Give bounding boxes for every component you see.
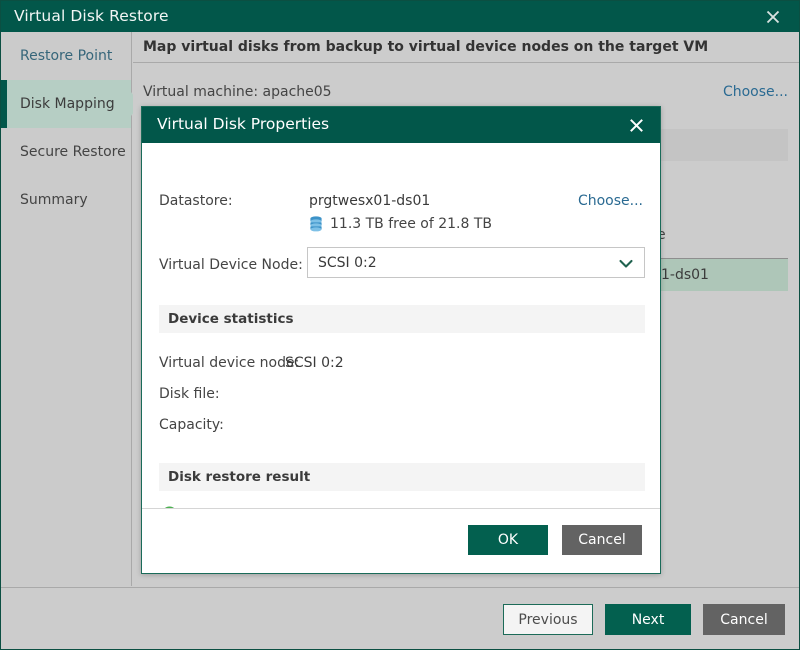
wizard-footer: Previous Next Cancel [1, 587, 799, 649]
page-title: Map virtual disks from backup to virtual… [133, 32, 799, 63]
dialog-title: Virtual Disk Properties [157, 115, 329, 133]
next-button[interactable]: Next [605, 604, 691, 635]
dialog-footer: OK Cancel [142, 508, 660, 573]
virtual-disk-properties-dialog: Virtual Disk Properties Datastore: prgtw… [141, 106, 661, 574]
datastore-capacity-row: 11.3 TB free of 21.8 TB [309, 216, 492, 232]
dialog-cancel-button[interactable]: Cancel [562, 525, 642, 555]
previous-button[interactable]: Previous [503, 604, 593, 635]
datastore-value: prgtwesx01-ds01 [309, 193, 430, 209]
virtual-device-node-value: SCSI 0:2 [318, 255, 377, 271]
chevron-down-icon [619, 257, 633, 273]
dialog-body: Datastore: prgtwesx01-ds01 Choose... 11.… [142, 143, 660, 508]
wizard-sidebar: Restore Point Disk Mapping Secure Restor… [1, 32, 132, 586]
virtual-disk-restore-window: Virtual Disk Restore Restore Point Disk … [0, 0, 800, 650]
device-statistics-header: Device statistics [159, 305, 645, 333]
sidebar-item-restore-point[interactable]: Restore Point [1, 32, 131, 80]
stat-virtual-device-node-label: Virtual device node: [159, 355, 299, 371]
datastore-label: Datastore: [159, 193, 233, 209]
sidebar-item-label: Restore Point [20, 48, 112, 64]
choose-datastore-link[interactable]: Choose... [578, 193, 643, 209]
table-row[interactable]: 1-ds01 [657, 259, 788, 291]
cancel-button[interactable]: Cancel [703, 604, 785, 635]
window-title: Virtual Disk Restore [14, 7, 169, 25]
datastore-capacity-text: 11.3 TB free of 21.8 TB [330, 216, 492, 232]
virtual-device-node-label: Virtual Device Node: [159, 257, 303, 273]
window-titlebar: Virtual Disk Restore [1, 1, 799, 32]
virtual-machine-label: Virtual machine: apache05 [143, 84, 332, 100]
sidebar-item-summary[interactable]: Summary [1, 176, 131, 224]
sidebar-item-label: Secure Restore [20, 144, 126, 160]
virtual-machine-row: Virtual machine: apache05 Choose... [133, 84, 799, 106]
sidebar-item-secure-restore[interactable]: Secure Restore [1, 128, 131, 176]
datastore-icon [309, 216, 323, 232]
sidebar-item-label: Summary [20, 192, 88, 208]
virtual-device-node-select[interactable]: SCSI 0:2 [307, 247, 645, 278]
stat-disk-file-label: Disk file: [159, 386, 220, 402]
close-icon[interactable] [753, 1, 793, 32]
choose-vm-link[interactable]: Choose... [723, 84, 788, 100]
disk-restore-result-header: Disk restore result [159, 463, 645, 491]
dialog-titlebar: Virtual Disk Properties [142, 107, 660, 143]
stat-virtual-device-node-value: SCSI 0:2 [285, 355, 344, 371]
disk-table-header [657, 129, 788, 161]
ok-button[interactable]: OK [468, 525, 548, 555]
close-icon[interactable] [618, 107, 654, 143]
stat-capacity-label: Capacity: [159, 417, 224, 433]
sidebar-item-label: Disk Mapping [20, 96, 115, 112]
sidebar-item-disk-mapping[interactable]: Disk Mapping [1, 80, 131, 128]
